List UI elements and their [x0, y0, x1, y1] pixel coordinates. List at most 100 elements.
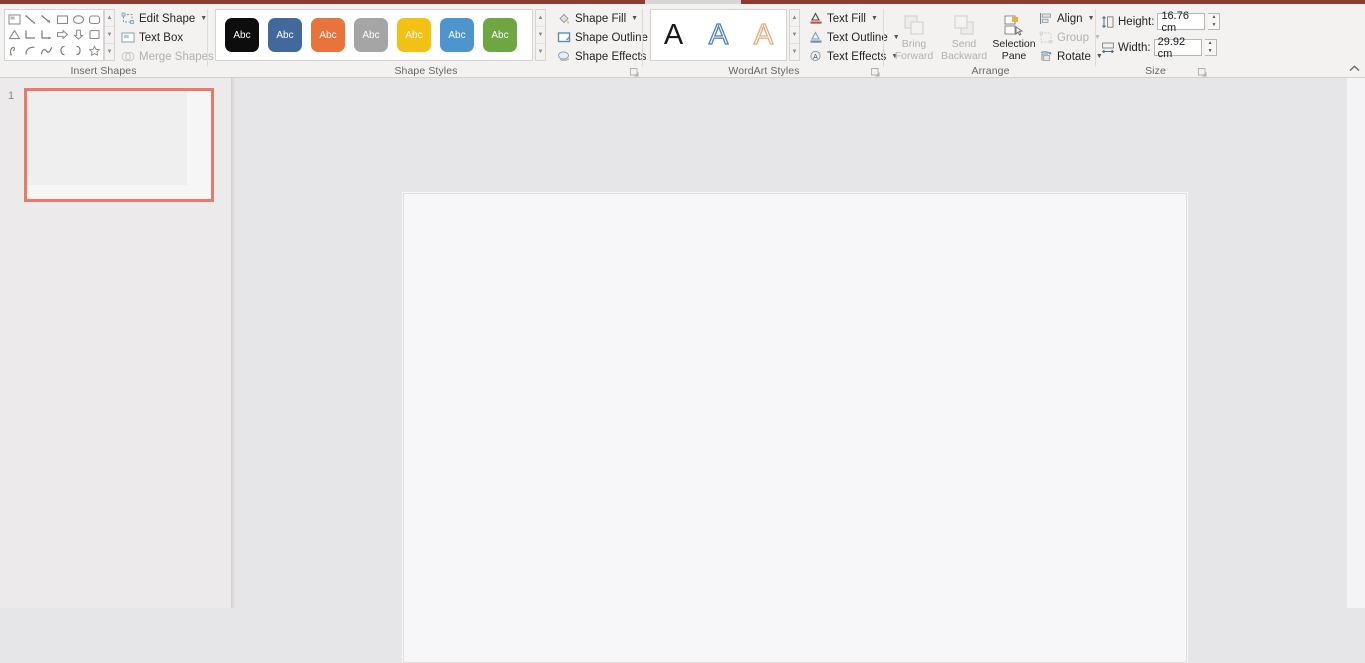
slide-thumbnail-1[interactable] [24, 88, 214, 202]
oval-shape-icon[interactable] [70, 12, 86, 27]
shape-height-row: Height: 16.76 cm ▲ ▼ [1100, 10, 1221, 34]
slide-thumbnail-item: 1 [8, 88, 214, 202]
down-arrow-shape-icon[interactable] [70, 27, 86, 42]
gallery-scroll-down-icon[interactable]: ▼ [536, 26, 545, 43]
right-arrow-shape-icon[interactable] [54, 27, 70, 42]
text-box-shape-icon[interactable] [6, 12, 22, 27]
elbow-connector-shape-icon[interactable] [22, 27, 38, 42]
freeform-shape-icon[interactable] [6, 43, 22, 58]
gallery-more-icon[interactable]: ▼ [790, 43, 799, 60]
style-yellow[interactable]: Abc [397, 18, 431, 52]
bring-forward-label-1: Bring [901, 38, 927, 50]
shape-width-row: Width: 29.92 cm ▲ ▼ [1100, 36, 1217, 60]
swatch-label: Abc [276, 29, 294, 41]
shape-height-input[interactable]: 16.76 cm [1157, 10, 1206, 34]
selection-pane-label-2: Pane [1001, 50, 1027, 62]
group-label: Group [1057, 31, 1089, 44]
insert-shapes-gallery[interactable] [4, 9, 104, 61]
text-fill-icon [808, 11, 823, 26]
shape-fill-button[interactable]: Shape Fill ▼ [554, 10, 640, 27]
shape-fill-label: Shape Fill [575, 12, 627, 25]
shape-outline-label: Shape Outline [575, 31, 648, 44]
style-blue[interactable]: Abc [268, 18, 302, 52]
shape-styles-dialog-launcher[interactable] [629, 65, 640, 77]
text-outline-label: Text Outline [827, 31, 888, 44]
star-shape-icon[interactable] [86, 43, 102, 58]
wordart-gallery-scroll[interactable]: ▲ ▼ ▼ [789, 9, 800, 61]
size-dialog-launcher[interactable] [1197, 65, 1208, 77]
text-fill-button[interactable]: Text Fill ▼ [806, 10, 880, 27]
stepper-down-icon[interactable]: ▼ [1208, 22, 1219, 30]
gallery-scroll-down-icon[interactable]: ▼ [105, 26, 114, 43]
arrange-group-label: Arrange [971, 65, 1010, 77]
stepper-up-icon[interactable]: ▲ [1205, 40, 1216, 48]
style-black[interactable]: Abc [225, 18, 259, 52]
wordart-outline-orange[interactable]: A [753, 19, 774, 49]
ribbon-group-shape-styles: Abc Abc Abc Abc Abc Abc Abc ▲ ▼ ▼ Shape … [210, 4, 660, 78]
group-separator [642, 9, 643, 67]
shape-effects-icon [556, 49, 571, 64]
ribbon-group-wordart-styles: A A A ▲ ▼ ▼ Text Fill ▼ Text Outline ▼ A [645, 4, 900, 78]
shape-height-stepper[interactable]: ▲ ▼ [1208, 13, 1221, 30]
bring-forward-icon [903, 12, 925, 38]
line-shape-icon[interactable] [22, 12, 38, 27]
swatch-label: Abc [362, 29, 380, 41]
bring-forward-button: Bring Forward [888, 8, 940, 64]
gallery-scroll-up-icon[interactable]: ▲ [790, 10, 799, 26]
left-brace-shape-icon[interactable] [54, 43, 70, 58]
merge-shapes-label: Merge Shapes [139, 50, 214, 63]
insert-shapes-gallery-scroll[interactable]: ▲ ▼ ▼ [104, 9, 115, 61]
shape-width-input[interactable]: 29.92 cm [1153, 36, 1202, 60]
bring-forward-label-2: Forward [894, 50, 934, 62]
gallery-more-icon[interactable]: ▼ [105, 43, 114, 60]
collapse-ribbon-button[interactable] [1347, 62, 1361, 75]
edit-shape-label: Edit Shape [139, 12, 196, 25]
gallery-scroll-down-icon[interactable]: ▼ [790, 26, 799, 43]
slide-canvas-area[interactable] [234, 78, 1365, 663]
right-brace-shape-icon[interactable] [70, 43, 86, 58]
gallery-scroll-up-icon[interactable]: ▲ [105, 10, 114, 26]
wordart-styles-dialog-launcher[interactable] [870, 65, 881, 77]
wordart-outline-blue[interactable]: A [708, 19, 729, 49]
shape-height-icon [1100, 14, 1115, 29]
rounded-rectangle-shape-icon[interactable] [86, 12, 102, 27]
curve-shape-icon[interactable] [38, 43, 54, 58]
chevron-down-icon[interactable]: ▼ [631, 15, 638, 22]
gallery-scroll-up-icon[interactable]: ▲ [536, 10, 545, 26]
selection-pane-button[interactable]: Selection Pane [988, 8, 1040, 64]
stepper-up-icon[interactable]: ▲ [1208, 14, 1219, 22]
chevron-down-icon[interactable]: ▼ [1088, 15, 1095, 22]
edit-shape-button[interactable]: Edit Shape ▼ [118, 10, 209, 27]
text-box-button[interactable]: Text Box [118, 29, 185, 46]
align-button[interactable]: Align ▼ [1036, 10, 1097, 27]
chevron-down-icon[interactable]: ▼ [871, 15, 878, 22]
gallery-more-icon[interactable]: ▼ [536, 43, 545, 60]
swatch-label: Abc [405, 29, 423, 41]
align-icon [1038, 11, 1053, 26]
wordart-fill-black[interactable]: A [664, 20, 683, 50]
swatch-label: Abc [233, 29, 251, 41]
align-label: Align [1057, 12, 1083, 25]
triangle-shape-icon[interactable] [6, 27, 22, 42]
shape-styles-group-label: Shape Styles [394, 65, 458, 77]
slide-number: 1 [8, 90, 15, 102]
shape-width-icon [1100, 40, 1115, 55]
stepper-down-icon[interactable]: ▼ [1205, 48, 1216, 56]
style-light-blue[interactable]: Abc [440, 18, 474, 52]
wordart-styles-gallery[interactable]: A A A [650, 9, 787, 61]
flowchart-shape-icon[interactable] [86, 27, 102, 42]
style-gray[interactable]: Abc [354, 18, 388, 52]
shape-width-stepper[interactable]: ▲ ▼ [1204, 39, 1217, 56]
shape-styles-gallery[interactable]: Abc Abc Abc Abc Abc Abc Abc [215, 9, 533, 61]
slide-thumbnail-pane: 1 [0, 78, 232, 608]
elbow-arrow-connector-shape-icon[interactable] [38, 27, 54, 42]
line-arrow-shape-icon[interactable] [38, 12, 54, 27]
slide-editing-surface[interactable] [403, 193, 1187, 663]
group-button: Group ▼ [1036, 29, 1103, 46]
shape-styles-gallery-scroll[interactable]: ▲ ▼ ▼ [535, 9, 546, 61]
shape-fill-icon [556, 11, 571, 26]
style-green[interactable]: Abc [483, 18, 517, 52]
style-orange[interactable]: Abc [311, 18, 345, 52]
arc-shape-icon[interactable] [22, 43, 38, 58]
rectangle-shape-icon[interactable] [54, 12, 70, 27]
